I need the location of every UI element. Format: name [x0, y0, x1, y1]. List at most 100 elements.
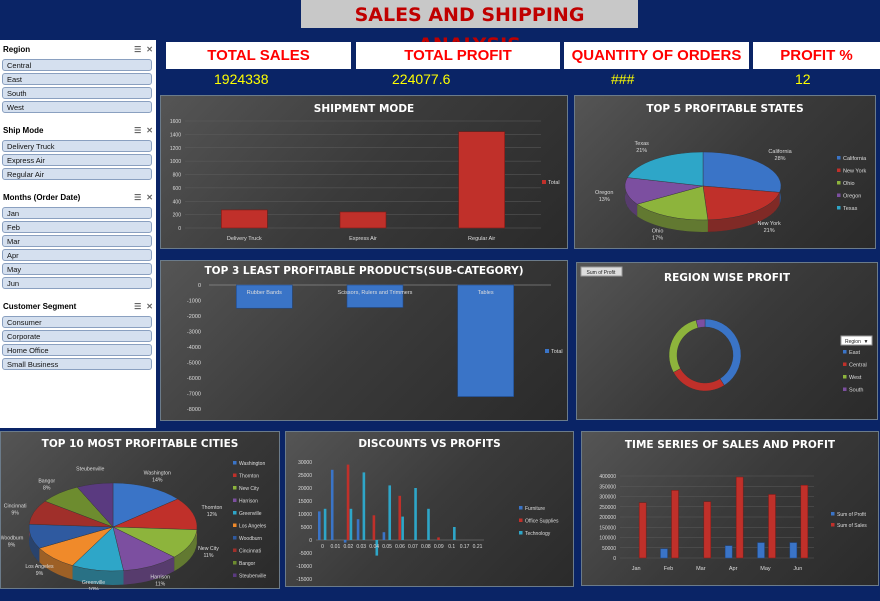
- legend-swatch: [233, 548, 237, 552]
- legend-swatch: [233, 473, 237, 477]
- y-tick-label: 50000: [602, 546, 616, 552]
- slicer-item[interactable]: East: [2, 73, 152, 85]
- x-tick-label: 0.02: [343, 544, 353, 550]
- y-tick-label: 1200: [170, 146, 181, 152]
- bar: [703, 501, 712, 559]
- slicer-item[interactable]: Small Business: [2, 358, 152, 370]
- slice-label: California: [768, 149, 792, 155]
- shipment-mode-chart[interactable]: SHIPMENT MODE 0 200 400 600 800 1000 1200 1400 1…: [160, 95, 568, 249]
- clear-filter-icon[interactable]: ✕: [146, 126, 153, 135]
- least-profitable-chart[interactable]: TOP 3 LEAST PROFITABLE PRODUCTS(SUB-CATE…: [160, 260, 568, 421]
- x-tick-label: 0.06: [395, 544, 405, 550]
- discounts-profits-chart[interactable]: DISCOUNTS VS PROFITS 30000 25000 20000 1500…: [285, 431, 574, 587]
- slicer-title: Ship Mode: [3, 125, 44, 135]
- region-profit-chart[interactable]: REGION WISE PROFIT Sum of Profit Region ▼ E…: [576, 262, 878, 420]
- slicer-item[interactable]: West: [2, 101, 152, 113]
- slicer-item[interactable]: Mar: [2, 235, 152, 247]
- slicer-header: Customer Segment ☰ ✕: [0, 297, 156, 315]
- slice-label: Oregon: [595, 190, 613, 196]
- slicer-item[interactable]: Corporate: [2, 330, 152, 342]
- slice-label: Steubenville: [76, 466, 104, 472]
- legend-label: Sum of Sales: [837, 523, 867, 529]
- multi-select-icon[interactable]: ☰: [134, 45, 141, 54]
- legend-swatch: [837, 168, 841, 172]
- bar: [388, 485, 392, 540]
- slice-percent: 17%: [652, 235, 663, 241]
- clear-filter-icon[interactable]: ✕: [146, 45, 153, 54]
- legend-label: Sum of Profit: [837, 512, 867, 518]
- bar: [427, 508, 430, 540]
- slicer-item[interactable]: Feb: [2, 221, 152, 233]
- donut-segment: [668, 319, 699, 373]
- bar: [800, 484, 809, 559]
- donut-segment: [673, 368, 725, 392]
- slicer-panel: Region ☰ ✕ Central East South West Ship Mode ☰ ✕ D…: [0, 40, 156, 428]
- legend-swatch: [843, 362, 847, 366]
- slice-percent: 9%: [8, 543, 16, 549]
- slicer-item[interactable]: Central: [2, 59, 152, 71]
- legend-swatch: [233, 561, 237, 565]
- slice-percent: 21%: [636, 148, 647, 154]
- slice-label: Thornton: [202, 505, 223, 511]
- legend-swatch: [837, 181, 841, 185]
- y-tick-label: -8000: [187, 407, 201, 413]
- legend-swatch: [519, 506, 523, 510]
- legend-label: New City: [239, 486, 260, 492]
- bar: [346, 464, 350, 540]
- clear-filter-icon[interactable]: ✕: [146, 193, 153, 202]
- slicer-item[interactable]: South: [2, 87, 152, 99]
- top-states-chart[interactable]: TOP 5 PROFITABLE STATES California 28% New…: [574, 95, 876, 249]
- category-label: Scissors, Rulers and Trimmers: [338, 290, 413, 296]
- y-tick-label: 100000: [599, 536, 616, 542]
- slice-label: Cincinnati: [4, 503, 27, 509]
- bar: [318, 511, 321, 540]
- legend-swatch: [542, 180, 546, 184]
- y-tick-label: 0: [309, 538, 312, 544]
- slicer-item[interactable]: Jan: [2, 207, 152, 219]
- y-tick-label: -2000: [187, 314, 201, 320]
- legend-label: East: [849, 350, 860, 356]
- legend-label: Texas: [843, 206, 858, 212]
- bar: [735, 476, 744, 559]
- y-tick-label: 1400: [170, 132, 181, 138]
- bar: [453, 527, 456, 540]
- multi-select-icon[interactable]: ☰: [134, 126, 141, 135]
- dashboard-title: SALES AND SHIPPING ANALYSIS: [301, 0, 638, 56]
- x-tick-label: Mar: [696, 566, 706, 572]
- y-tick-label: 10000: [298, 512, 312, 518]
- bar: [414, 488, 417, 540]
- legend-filter-label: Region: [845, 339, 861, 345]
- slicer-item[interactable]: Apr: [2, 249, 152, 261]
- legend-label: West: [849, 375, 862, 381]
- slicer-item[interactable]: Jun: [2, 277, 152, 289]
- slicer-item[interactable]: Home Office: [2, 344, 152, 356]
- kpi-profit-percent-value: 12: [795, 71, 811, 87]
- bar: [398, 495, 402, 540]
- multi-select-icon[interactable]: ☰: [134, 302, 141, 311]
- slicer-item[interactable]: May: [2, 263, 152, 275]
- slicer-item[interactable]: Delivery Truck: [2, 140, 152, 152]
- slice-percent: 8%: [43, 485, 51, 491]
- legend-label: Greenville: [239, 511, 262, 517]
- x-tick-label: Delivery Truck: [227, 236, 262, 242]
- kpi-total-profit-label: TOTAL PROFIT: [356, 42, 560, 69]
- top-cities-chart[interactable]: TOP 10 MOST PROFITABLE CITIES Washington…: [0, 431, 280, 590]
- slicer-item[interactable]: Consumer: [2, 316, 152, 328]
- category-label: Rubber Bands: [247, 290, 282, 296]
- slice-label: Texas: [635, 141, 650, 147]
- x-tick-label: 0.09: [434, 544, 444, 550]
- bar: [372, 515, 376, 540]
- slicer-item[interactable]: Regular Air: [2, 168, 152, 180]
- time-series-chart[interactable]: TIME SERIES OF SALES AND PROFIT 400000 35…: [581, 431, 879, 586]
- y-tick-label: 300000: [599, 495, 616, 501]
- x-tick-label: 0.1: [448, 544, 455, 550]
- slicer-item[interactable]: Express Air: [2, 154, 152, 166]
- clear-filter-icon[interactable]: ✕: [146, 302, 153, 311]
- bar: [382, 532, 386, 540]
- x-tick-label: Feb: [664, 566, 673, 572]
- multi-select-icon[interactable]: ☰: [134, 193, 141, 202]
- legend-label: Technology: [525, 531, 551, 537]
- slicer-title: Customer Segment: [3, 301, 77, 311]
- y-tick-label: 400000: [599, 474, 616, 480]
- y-tick-label: 20000: [298, 486, 312, 492]
